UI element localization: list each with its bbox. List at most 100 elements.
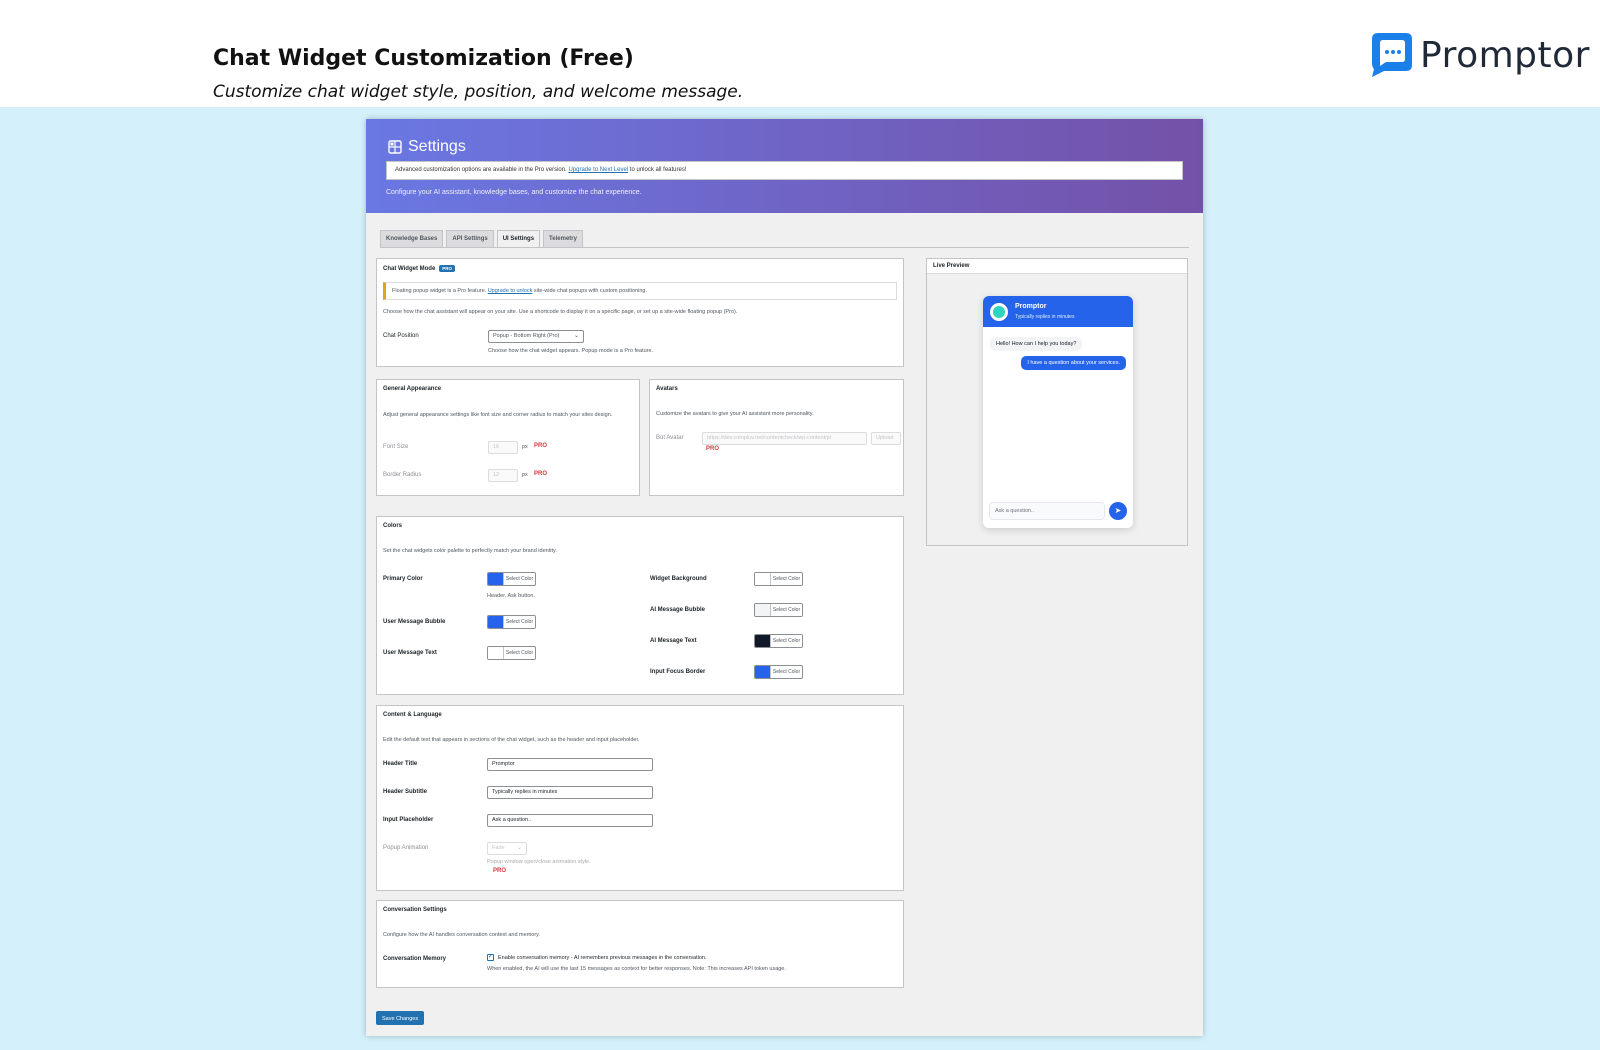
settings-grid-icon [388,140,402,154]
pro-notice-prefix: Advanced customization options are avail… [395,167,569,173]
header-title-label: Header Title [383,761,418,767]
tab-knowledge-bases[interactable]: Knowledge Bases [380,230,444,248]
save-changes-button[interactable]: Save Changes [376,1011,425,1025]
content-language-title: Content & Language [383,712,442,718]
popup-animation-value: Fade [492,845,505,851]
conversation-memory-help: When enabled, the AI will use the last 1… [487,966,786,972]
font-size-input[interactable]: 16 [488,441,518,454]
conversation-memory-checkbox[interactable]: ✓ [487,954,494,961]
general-appearance-description: Adjust general appearance settings like … [383,412,613,418]
content-language-description: Edit the default text that appears in se… [383,737,640,743]
content-language-card: Content & Language Edit the default text… [376,705,904,891]
ai-text-color-picker[interactable]: Select Color [754,634,803,648]
user-text-label: User Message Text [383,650,437,656]
ai-bubble-color-picker[interactable]: Select Color [754,603,803,617]
upgrade-link[interactable]: Upgrade to Next Level [568,167,628,173]
brand-name: Promptor [1420,34,1590,76]
user-bubble-color-picker[interactable]: Select Color [487,615,536,629]
colors-title: Colors [383,523,403,529]
widget-mode-notice: Floating popup widget is a Pro feature. … [383,282,897,300]
page-subheading: Customize chat widget style, position, a… [213,82,744,102]
general-appearance-card: General Appearance Adjust general appear… [376,379,640,496]
user-bubble-swatch [488,616,503,628]
chat-input[interactable]: Ask a question.. [989,502,1105,520]
chat-position-select[interactable]: Popup - Bottom Right (Pro) ⌄ [488,330,584,343]
chat-widget-title: Promptor [1015,303,1047,310]
user-bubble-select-label: Select Color [503,616,535,628]
focus-border-label: Input Focus Border [650,669,706,675]
top-banner: Chat Widget Customization (Free) Customi… [0,0,1600,107]
header-subtitle-input[interactable]: Typically replies in minutes [487,786,653,799]
primary-color-picker[interactable]: Select Color [487,572,536,586]
tab-ui-settings[interactable]: UI Settings [496,230,541,248]
user-text-select-label: Select Color [503,647,535,659]
header-title-input[interactable]: Promptor [487,758,653,771]
widget-mode-description: Choose how the chat assistant will appea… [383,309,738,315]
avatars-description: Customize the avatars to give your AI as… [656,411,814,417]
chat-widget-mode-title-text: Chat Widget Mode [383,266,436,273]
header-subtitle-label: Header Subtitle [383,789,428,795]
chat-widget-preview: Promptor Typically replies in minutes He… [983,296,1133,528]
bot-avatar-pro-tag: PRO [706,446,720,452]
bot-avatar-label: Bot Avatar [656,435,684,441]
border-radius-pro-tag: PRO [534,471,548,477]
user-text-swatch [488,647,503,659]
avatars-title: Avatars [656,386,678,392]
tab-telemetry[interactable]: Telemetry [543,230,583,248]
chevron-down-icon: ⌄ [516,845,522,851]
live-preview-card: Live Preview Promptor Typically replies … [926,258,1188,546]
ai-bubble-select-label: Select Color [770,604,802,616]
upload-avatar-button[interactable]: Upload [871,432,901,445]
focus-border-swatch [755,666,770,678]
colors-card: Colors Set the chat widgets color palett… [376,516,904,695]
brand-logo: Promptor [1366,31,1590,79]
popup-animation-select[interactable]: Fade ⌄ [487,842,527,855]
border-radius-label: Border Radius [383,472,422,478]
avatars-card: Avatars Customize the avatars to give yo… [649,379,904,496]
widget-background-select-label: Select Color [770,573,802,585]
conversation-settings-description: Configure how the AI handles conversatio… [383,932,541,938]
primary-color-select-label: Select Color [503,573,535,585]
font-size-pro-tag: PRO [534,443,548,449]
send-icon[interactable]: ➤ [1109,502,1127,520]
chevron-down-icon: ⌄ [573,333,579,339]
user-text-color-picker[interactable]: Select Color [487,646,536,660]
tab-api-settings[interactable]: API Settings [446,230,494,248]
bot-avatar-url-input[interactable]: https://dev.compluv.net/contentcheck/wp-… [702,432,867,445]
primary-color-label: Primary Color [383,576,423,582]
bot-avatar-icon [990,303,1008,321]
settings-hero: Settings Advanced customization options … [366,119,1203,213]
primary-color-swatch [488,573,503,585]
font-size-unit: px [522,444,528,450]
conversation-settings-title: Conversation Settings [383,907,447,913]
pro-badge: PRO [439,265,456,272]
border-radius-input[interactable]: 12 [488,469,518,482]
font-size-label: Font Size [383,444,409,450]
pro-notice-suffix: to unlock all features! [628,167,687,173]
chat-widget-header: Promptor Typically replies in minutes [983,296,1133,327]
ai-bubble-label: AI Message Bubble [650,607,706,613]
widget-background-swatch [755,573,770,585]
ai-text-swatch [755,635,770,647]
primary-color-help: Header, Ask button. [487,593,536,599]
settings-window: Settings Advanced customization options … [366,119,1203,1036]
settings-description: Configure your AI assistant, knowledge b… [386,189,642,196]
settings-tabs: Knowledge Bases API Settings UI Settings… [380,230,583,248]
chat-position-label: Chat Position [383,333,419,339]
input-placeholder-input[interactable]: Ask a question.. [487,814,653,827]
widget-background-color-picker[interactable]: Select Color [754,572,803,586]
chat-widget-subtitle: Typically replies in minutes [1015,314,1075,320]
upgrade-to-unlock-link[interactable]: Upgrade to unlock [488,288,533,294]
ai-message-bubble: Hello! How can I help you today? [990,337,1083,351]
focus-border-color-picker[interactable]: Select Color [754,665,803,679]
chat-position-help: Choose how the chat widget appears. Popu… [488,348,654,354]
ai-text-label: AI Message Text [650,638,697,644]
tabs-divider [380,247,1189,248]
widget-background-label: Widget Background [650,576,707,582]
user-message-bubble: I have a question about your services. [1021,356,1126,370]
settings-title-text: Settings [408,138,466,155]
conversation-memory-label: Conversation Memory [383,956,447,962]
settings-title: Settings [388,138,466,156]
widget-mode-notice-prefix: Floating popup widget is a Pro feature. [392,288,488,294]
chat-widget-mode-title: Chat Widget Mode PRO [383,265,456,273]
